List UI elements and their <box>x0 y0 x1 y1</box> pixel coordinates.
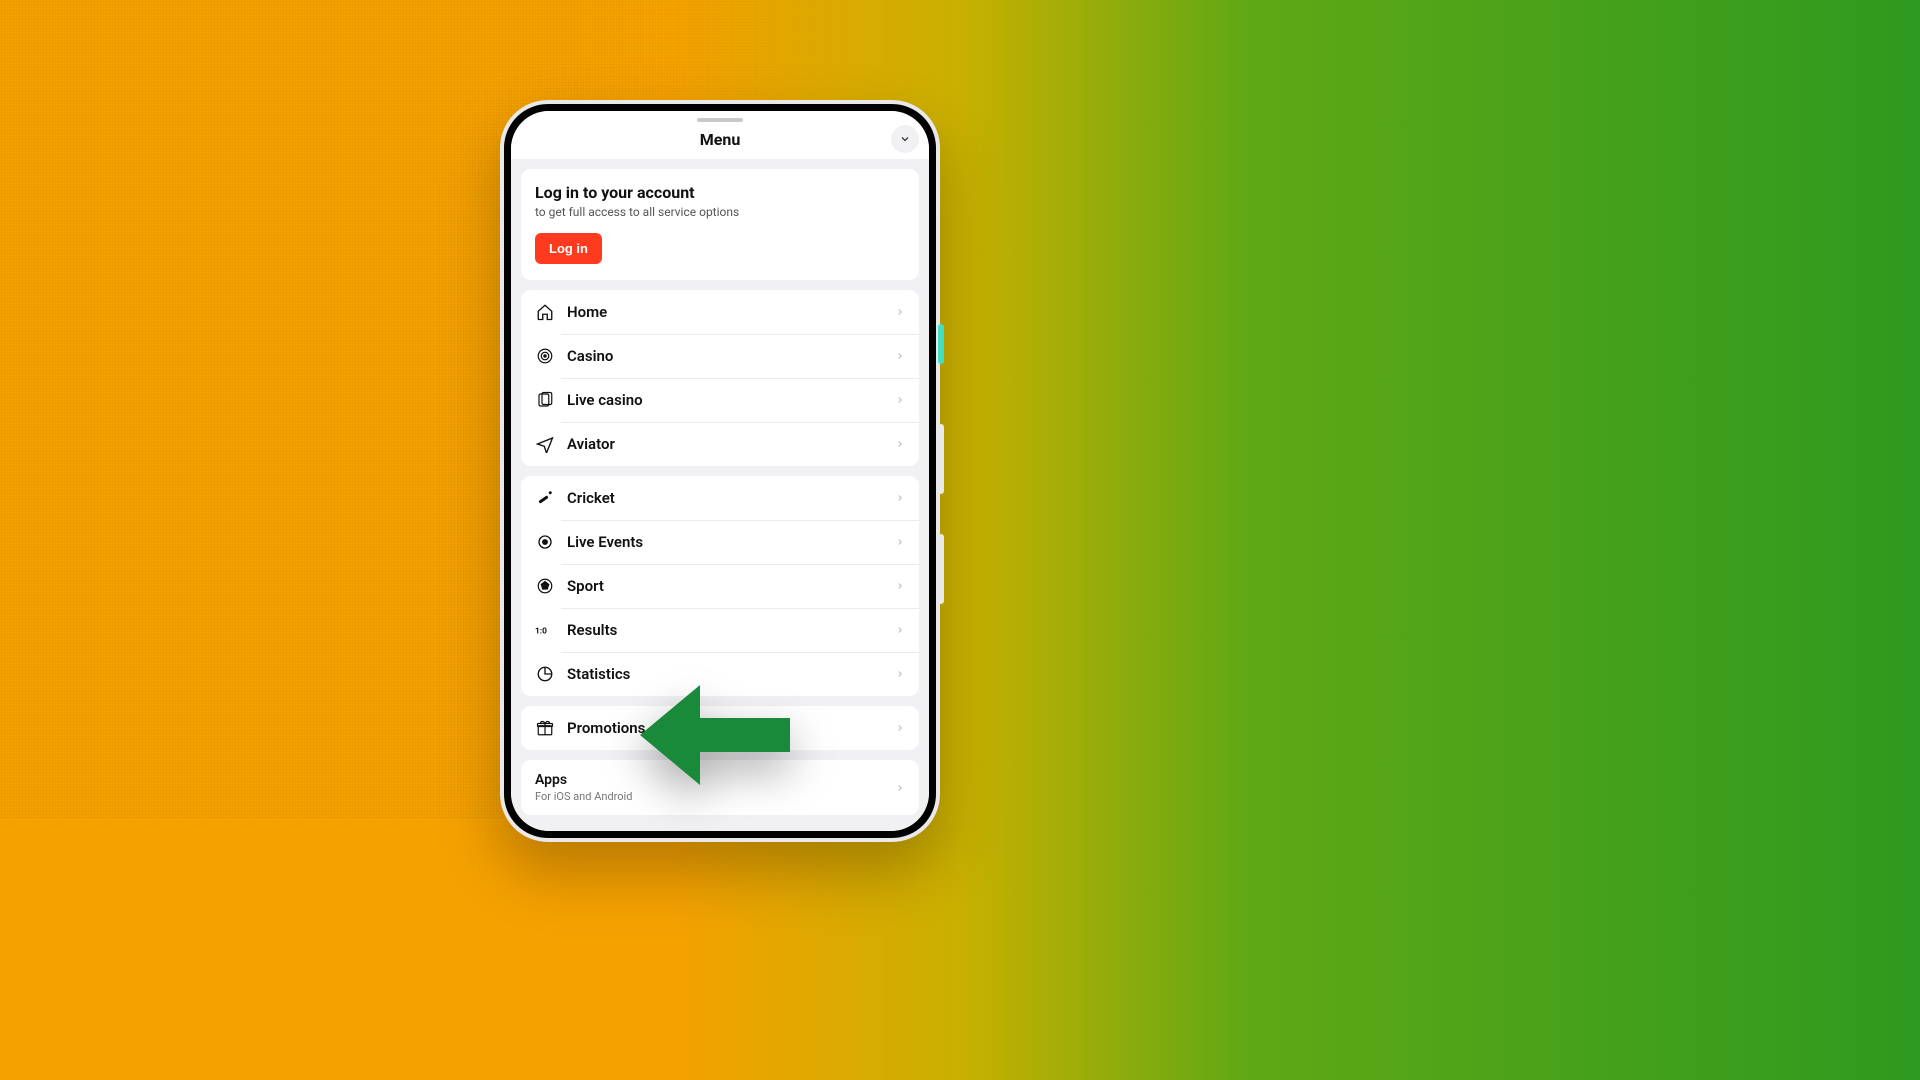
menu-item-apps[interactable]: Apps For iOS and Android <box>521 760 919 815</box>
livecasino-icon <box>535 390 555 410</box>
sport-icon <box>535 576 555 596</box>
home-icon <box>535 302 555 322</box>
menu-item-label: Home <box>567 303 895 321</box>
menu-item-cricket[interactable]: Cricket <box>521 476 919 520</box>
menu-item-live-events[interactable]: Live Events <box>521 520 919 564</box>
sheet-header: Menu <box>511 111 929 159</box>
side-button-1 <box>938 424 944 494</box>
results-icon: 1:0 <box>535 620 555 640</box>
menu-item-label: Statistics <box>567 665 895 683</box>
menu-item-label: Live casino <box>567 391 895 409</box>
menu-group-main: Home Casino Live casino <box>521 290 919 466</box>
menu-item-sublabel: For iOS and Android <box>535 790 895 803</box>
menu-item-label: Sport <box>567 577 895 595</box>
phone-screen: Menu Log in to your account to get full … <box>511 111 929 831</box>
aviator-icon <box>535 434 555 454</box>
menu-item-promotions[interactable]: Promotions <box>521 706 919 750</box>
menu-item-label: Aviator <box>567 435 895 453</box>
chevron-right-icon <box>895 667 905 681</box>
phone-mockup: Menu Log in to your account to get full … <box>500 100 940 842</box>
menu-item-label: Apps <box>535 772 895 788</box>
login-button[interactable]: Log in <box>535 233 602 264</box>
login-subtitle: to get full access to all service option… <box>535 205 905 219</box>
menu-item-casino[interactable]: Casino <box>521 334 919 378</box>
page-title: Menu <box>700 130 741 149</box>
menu-item-aviator[interactable]: Aviator <box>521 422 919 466</box>
menu-item-label: Promotions <box>567 719 895 737</box>
menu-item-label: Casino <box>567 347 895 365</box>
menu-item-label: Cricket <box>567 489 895 507</box>
menu-item-sport[interactable]: Sport <box>521 564 919 608</box>
statistics-icon <box>535 664 555 684</box>
login-title: Log in to your account <box>535 183 905 202</box>
promotions-icon <box>535 718 555 738</box>
drag-handle[interactable] <box>697 118 743 122</box>
menu-item-home[interactable]: Home <box>521 290 919 334</box>
menu-group-sports: Cricket Live Events Spor <box>521 476 919 696</box>
menu-group-apps: Apps For iOS and Android <box>521 760 919 815</box>
menu-group-promotions: Promotions <box>521 706 919 750</box>
menu-item-live-casino[interactable]: Live casino <box>521 378 919 422</box>
sheet-content: Log in to your account to get full acces… <box>511 159 929 831</box>
chevron-right-icon <box>895 437 905 451</box>
chevron-right-icon <box>895 393 905 407</box>
collapse-button[interactable] <box>891 125 919 153</box>
phone-frame: Menu Log in to your account to get full … <box>500 100 940 842</box>
side-button-accent <box>938 324 944 364</box>
login-card: Log in to your account to get full acces… <box>521 169 919 280</box>
chevron-right-icon <box>895 623 905 637</box>
chevron-right-icon <box>895 781 905 795</box>
chevron-right-icon <box>895 305 905 319</box>
menu-item-statistics[interactable]: Statistics <box>521 652 919 696</box>
svg-text:1:0: 1:0 <box>535 626 547 636</box>
chevron-right-icon <box>895 535 905 549</box>
menu-item-results[interactable]: 1:0 Results <box>521 608 919 652</box>
liveevents-icon <box>535 532 555 552</box>
chevron-down-icon <box>899 133 911 145</box>
cricket-icon <box>535 488 555 508</box>
menu-item-label: Live Events <box>567 533 895 551</box>
casino-icon <box>535 346 555 366</box>
chevron-right-icon <box>895 349 905 363</box>
chevron-right-icon <box>895 491 905 505</box>
chevron-right-icon <box>895 721 905 735</box>
menu-item-label: Results <box>567 621 895 639</box>
side-button-2 <box>938 534 944 604</box>
chevron-right-icon <box>895 579 905 593</box>
